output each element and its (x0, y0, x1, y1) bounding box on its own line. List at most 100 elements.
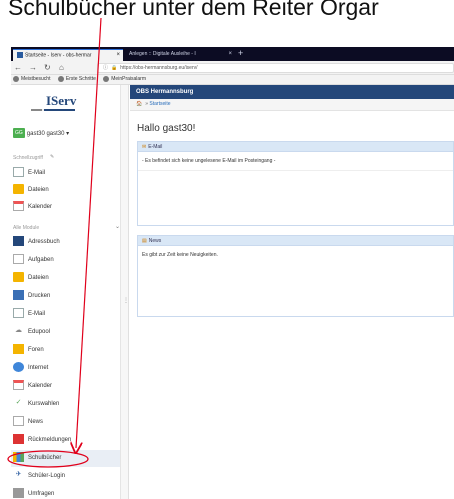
page-title: Hallo gast30! (137, 123, 196, 134)
tasks-icon (13, 254, 24, 265)
sidebar-item-news[interactable]: News (11, 414, 120, 431)
sidebar-resize-handle[interactable] (121, 85, 129, 499)
sidebar-item-label: News (28, 419, 44, 425)
sidebar-item-umfragen[interactable]: Umfragen (11, 486, 120, 499)
sidebar-item-adressbuch[interactable]: Adressbuch (11, 234, 120, 251)
sidebar-item-label: Foren (28, 347, 44, 353)
email-panel-body: - Es befindet sich keine ungelesene E-Ma… (142, 158, 276, 164)
sidebar-item-drucken[interactable]: Drucken (11, 288, 120, 305)
logo-underline (31, 109, 75, 111)
firefox-icon (57, 75, 64, 82)
sidebar-item-label: Dateien (28, 187, 49, 193)
home-icon[interactable]: ⌂ (59, 63, 64, 72)
pencil-icon[interactable]: ✎ (50, 154, 54, 160)
news-panel-header[interactable]: ▤ News (138, 236, 453, 246)
back-icon[interactable]: ← (14, 63, 22, 72)
chart-icon (13, 434, 24, 445)
globe-icon (13, 362, 24, 373)
tab-startseite[interactable]: Startseite - Iserv - obs-hermar × (13, 49, 123, 61)
sidebar-item-label: Aufgaben (28, 257, 54, 263)
iserv-logo[interactable]: IServ (46, 93, 76, 109)
instruction-caption: Schulbücher unter dem Reiter Orgar (0, 0, 454, 28)
url-text: https://obs-hermannsburg.eu/iserv/ (120, 65, 198, 71)
quick-access-heading: Schnellzugriff (13, 155, 43, 161)
sidebar-item-dateien[interactable]: Dateien (11, 182, 120, 199)
home-icon[interactable]: 🏠 (136, 101, 142, 107)
new-tab-button[interactable]: + (238, 48, 243, 58)
sidebar-item-label: Schulbücher (28, 455, 62, 461)
page-header: OBS Hermannsburg (130, 85, 454, 99)
reload-icon[interactable]: ↻ (44, 63, 51, 72)
address-book-icon (13, 236, 24, 247)
tab-label: Anlegen :: Digitale Ausleihe - I (129, 51, 196, 57)
iserv-favicon-icon (17, 52, 23, 58)
panel-title: News (148, 238, 162, 244)
sidebar-item-email-module[interactable]: E-Mail (11, 306, 120, 323)
breadcrumb-startseite[interactable]: Startseite (149, 101, 170, 107)
close-icon[interactable]: × (228, 51, 232, 57)
sidebar-item-label: Internet (28, 365, 49, 371)
sidebar-item-email[interactable]: E-Mail (11, 165, 120, 182)
chevron-down-icon[interactable]: ⌄ (115, 223, 120, 230)
user-name: gast30 gast30 ▾ (26, 130, 70, 137)
mail-icon (13, 167, 24, 178)
sidebar-item-dateien-module[interactable]: Dateien (11, 270, 120, 287)
folder-icon (13, 272, 24, 283)
printer-icon (13, 290, 24, 301)
panel-separator (138, 170, 453, 200)
calendar-icon (13, 380, 24, 391)
all-modules-heading: Alle Module (13, 225, 40, 231)
tab-anlegen[interactable]: Anlegen :: Digitale Ausleihe - I × (125, 49, 235, 61)
sidebar-item-kalender[interactable]: Kalender (11, 199, 120, 216)
sidebar-item-schulbuecher[interactable]: Schulbücher (11, 450, 120, 467)
address-bar[interactable]: ⓘ 🔒 https://obs-hermannsburg.eu/iserv/ (97, 63, 454, 73)
sidebar-item-foren[interactable]: Foren (11, 342, 120, 359)
lock-icon: 🔒 (111, 65, 118, 71)
globe-icon (103, 75, 110, 82)
mail-icon (13, 308, 24, 319)
email-panel: ✉ E-Mail - Es befindet sich keine ungeles… (137, 141, 454, 226)
edupool-icon: ☁ (15, 327, 22, 335)
sidebar-item-kalender-module[interactable]: Kalender (11, 378, 120, 395)
panel-title: E-Mail (148, 144, 163, 150)
main-content: OBS Hermannsburg 🏠» Startseite Hallo gas… (130, 85, 454, 499)
books-icon (13, 452, 24, 463)
news-panel: ▤ News Es gibt zur Zeit keine Neuigkeiten… (137, 235, 454, 317)
avatar: GG (13, 128, 25, 138)
close-icon[interactable]: × (116, 52, 120, 58)
login-icon: ✈ (15, 471, 22, 479)
email-panel-header[interactable]: ✉ E-Mail (138, 142, 453, 152)
bookmark-meinpraisalarm[interactable]: MeinPraisalarm (103, 75, 146, 82)
envelope-icon: ✉ (142, 144, 147, 150)
calendar-icon (13, 201, 24, 212)
sidebar-item-aufgaben[interactable]: Aufgaben (11, 252, 120, 269)
bookmarks-bar: Meistbesucht Erste Schritte MeinPraisala… (11, 75, 454, 85)
sidebar-item-label: Kurswahlen (28, 401, 60, 407)
sidebar-item-label: Rückmeldungen (28, 437, 72, 443)
user-menu[interactable]: GG gast30 gast30 ▾ (13, 128, 69, 139)
bookmark-erste-schritte[interactable]: Erste Schritte (57, 75, 96, 82)
sidebar-item-schueler-login[interactable]: ✈ Schüler-Login (11, 468, 120, 485)
bookmark-meistbesucht[interactable]: Meistbesucht (13, 75, 51, 82)
sidebar-item-label: Umfragen (28, 491, 55, 497)
sidebar-item-internet[interactable]: Internet (11, 360, 120, 377)
gear-icon (13, 75, 19, 82)
bookmark-label: Meistbesucht (21, 76, 51, 82)
sidebar-item-label: Kalender (28, 204, 53, 210)
sidebar-item-kurswahlen[interactable]: ✓ Kurswahlen (11, 396, 120, 413)
sidebar-item-rueckmeldungen[interactable]: Rückmeldungen (11, 432, 120, 449)
tab-bar: Startseite - Iserv - obs-hermar × Anlegen… (11, 47, 454, 61)
navigation-bar: ← → ↻ ⌂ ⓘ 🔒 https://obs-hermannsburg.eu/is… (11, 61, 454, 75)
sidebar-item-edupool[interactable]: ☁ Edupool (11, 324, 120, 341)
sidebar-item-label: Drucken (28, 293, 51, 299)
sidebar-item-label: Edupool (28, 329, 51, 335)
grip-icon[interactable]: ⋮ (123, 297, 129, 304)
forward-icon[interactable]: → (29, 63, 37, 72)
folder-icon (13, 184, 24, 195)
browser-window: Startseite - Iserv - obs-hermar × Anlegen… (11, 47, 454, 499)
sidebar-item-label: Schüler-Login (28, 473, 66, 479)
breadcrumb: 🏠» Startseite (130, 99, 454, 111)
news-icon: ▤ (142, 238, 147, 244)
info-icon[interactable]: ⓘ (103, 65, 108, 71)
sidebar-item-label: Dateien (28, 275, 49, 281)
